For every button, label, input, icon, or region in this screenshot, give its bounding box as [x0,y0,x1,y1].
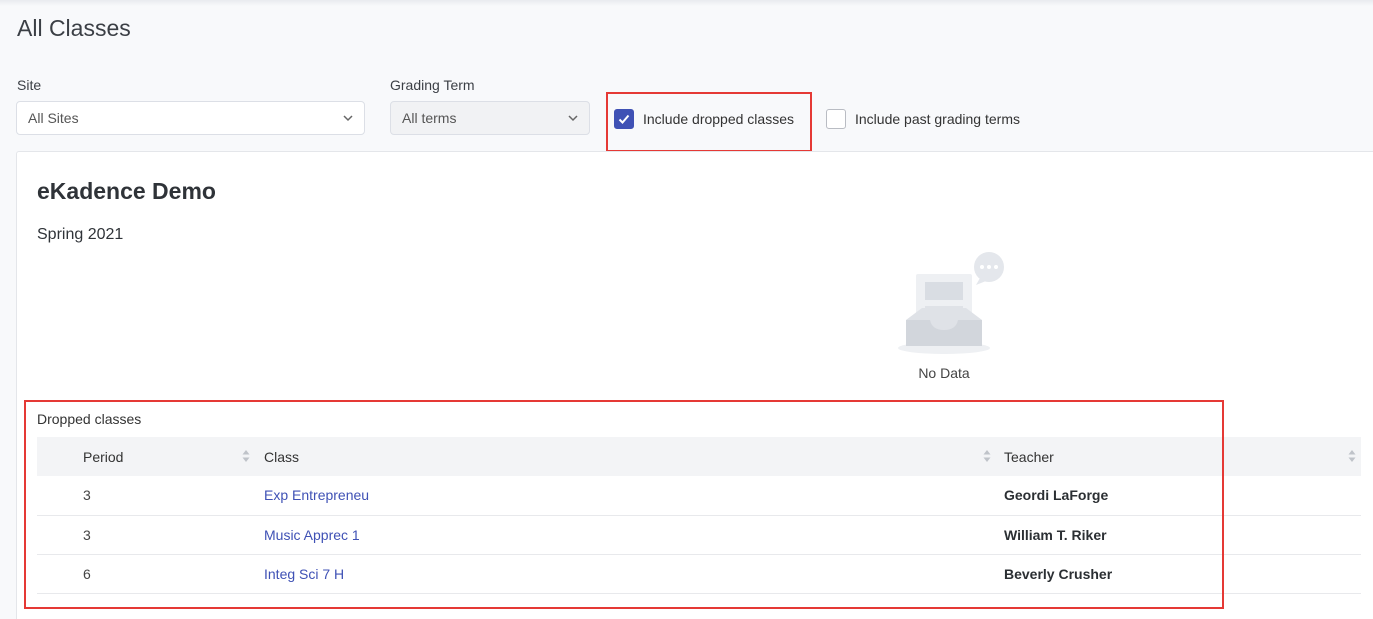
grading-term-select[interactable]: All terms [390,101,590,135]
page-title: All Classes [17,15,131,41]
grading-term-select-value: All terms [402,110,457,126]
empty-state-text: No Data [918,365,970,381]
include-past-label: Include past grading terms [855,111,1020,127]
site-select-value: All Sites [28,110,79,126]
highlight-box-dropped-table [24,400,1224,609]
site-name-heading: eKadence Demo [37,178,216,204]
include-past-checkbox[interactable] [826,109,846,129]
site-select[interactable]: All Sites [16,101,365,135]
empty-inbox-icon [898,252,1004,354]
grading-term-label: Grading Term [390,77,475,93]
include-past-toggle[interactable]: Include past grading terms [826,108,1020,130]
chevron-down-icon [568,115,578,122]
term-heading: Spring 2021 [37,226,124,243]
chevron-down-icon [343,115,353,122]
highlight-box-dropped-toggle [606,92,812,152]
sort-icon[interactable] [1348,449,1356,463]
site-label: Site [17,77,42,93]
top-shadow [0,0,1373,6]
